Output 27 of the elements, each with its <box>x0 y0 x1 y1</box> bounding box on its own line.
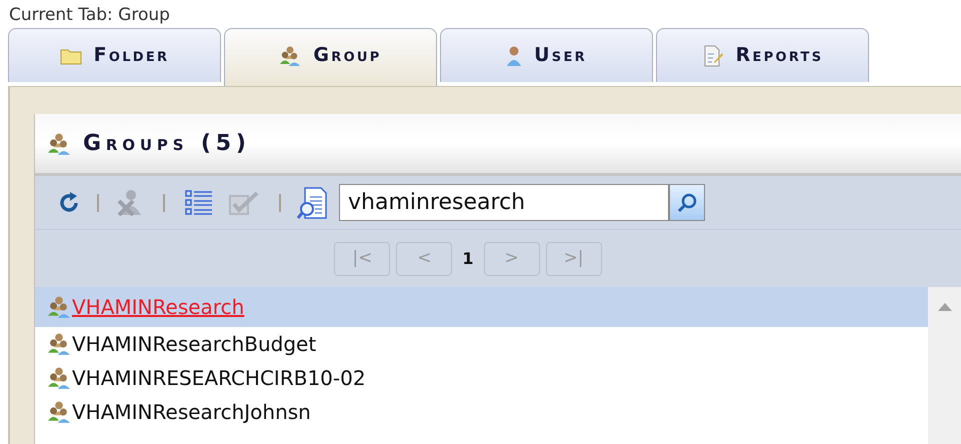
person-icon <box>506 44 522 66</box>
search-icon <box>676 192 698 214</box>
search-button[interactable] <box>669 184 705 221</box>
tab[interactable]: Group <box>224 28 437 86</box>
group-icon <box>47 400 71 424</box>
scroll-up-icon <box>938 303 952 311</box>
checkbox-icon <box>229 190 259 216</box>
group-icon <box>47 132 71 156</box>
document-search-icon <box>297 186 327 218</box>
group-icon <box>47 332 71 356</box>
panel-title: Groups (5) <box>83 130 251 158</box>
group-icon <box>47 366 71 390</box>
group-name: VHAMINResearch <box>72 294 244 320</box>
group-name: VHAMINResearchBudget <box>72 331 316 357</box>
group-name: VHAMINRESEARCHCIRB10-02 <box>72 365 366 391</box>
page-number: 1 <box>461 248 475 270</box>
report-icon <box>702 44 724 66</box>
group-name: VHAMINResearchJohnsn <box>72 399 311 425</box>
list-icon <box>185 188 213 216</box>
tab[interactable]: Reports <box>656 28 869 82</box>
current-tab-label: Current Tab: Group <box>9 4 170 26</box>
group-icon <box>279 44 302 66</box>
tab[interactable]: Folder <box>8 28 221 82</box>
tab[interactable]: User <box>440 28 653 82</box>
scrollbar[interactable] <box>928 287 961 444</box>
folder-icon <box>60 46 82 64</box>
group-icon <box>47 295 71 319</box>
